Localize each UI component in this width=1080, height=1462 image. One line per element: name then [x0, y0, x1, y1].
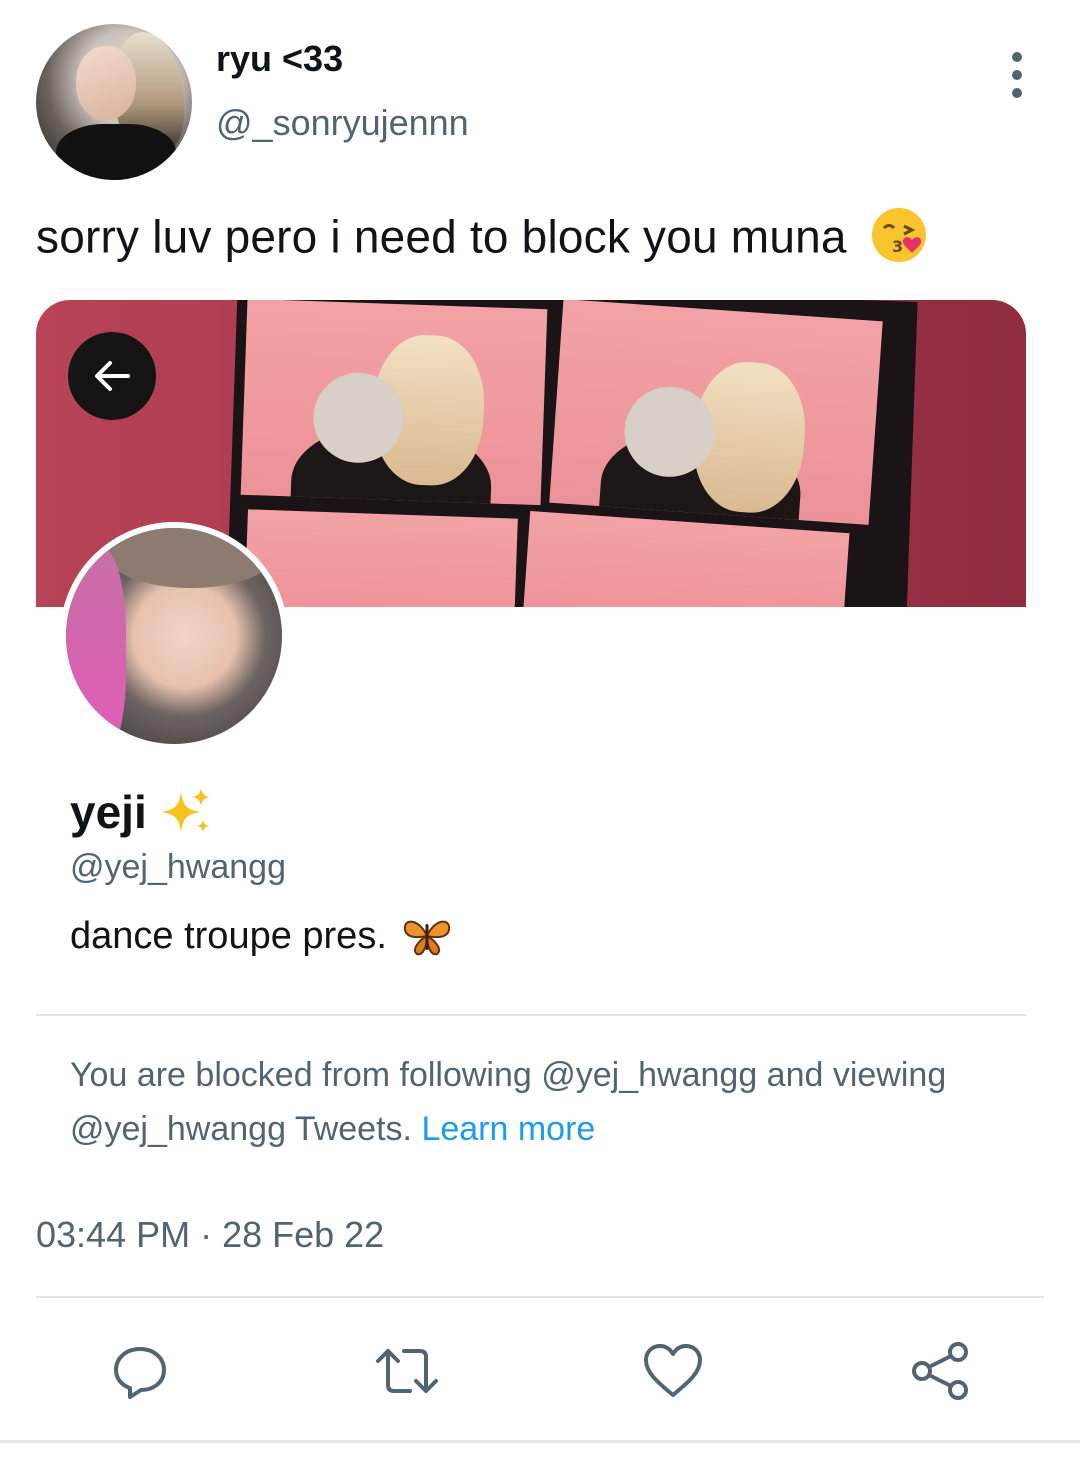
learn-more-link[interactable]: Learn more: [421, 1110, 595, 1148]
more-dot: [1012, 88, 1022, 98]
sparkles-emoji: [160, 788, 210, 832]
divider: [36, 1296, 1044, 1298]
author-handle[interactable]: @_sonryujennn: [216, 102, 469, 144]
more-options-button[interactable]: [1000, 52, 1034, 98]
author-display-name[interactable]: ryu <33: [216, 38, 343, 80]
profile-name-text: yeji: [70, 786, 147, 838]
kissing-face-with-heart-emoji: 3: [870, 206, 928, 275]
retweet-button[interactable]: [372, 1336, 442, 1406]
banner-photo: [549, 300, 883, 525]
profile-display-name: yeji: [70, 784, 215, 840]
share-button[interactable]: [905, 1336, 975, 1406]
avatar-pink-hair: [66, 548, 126, 744]
blocked-notice: You are blocked from following @yej_hwan…: [70, 1048, 970, 1156]
arrow-left-icon: [95, 361, 130, 391]
back-button[interactable]: [68, 332, 156, 420]
svg-text:3: 3: [892, 237, 903, 256]
tweet-action-bar: [0, 1336, 1080, 1406]
tweet-text-content: sorry luv pero i need to block you muna: [36, 210, 847, 263]
banner-photo: [240, 300, 548, 506]
embedded-profile-card[interactable]: yeji @yej_hwangg dance troupe pres.: [36, 300, 1026, 1020]
profile-bio-text: dance troupe pres.: [70, 914, 387, 957]
author-avatar[interactable]: [36, 24, 192, 180]
butterfly-emoji: [403, 920, 450, 956]
tweet-text: sorry luv pero i need to block you muna …: [36, 206, 928, 275]
avatar-body: [56, 124, 176, 180]
avatar-hair: [106, 528, 276, 588]
card-divider: [36, 1014, 1026, 1016]
tweet-timestamp[interactable]: 03:44 PM · 28 Feb 22: [36, 1214, 384, 1256]
profile-bio: dance troupe pres.: [70, 914, 453, 958]
retweet-icon: [376, 1349, 438, 1393]
more-vertical-icon: [1012, 52, 1022, 62]
share-icon: [912, 1342, 968, 1400]
reply-icon: [114, 1347, 166, 1399]
more-dot: [1012, 70, 1022, 80]
profile-handle: @yej_hwangg: [70, 848, 286, 886]
bottom-divider: [0, 1440, 1080, 1443]
avatar-face: [76, 46, 136, 120]
banner-photo: [244, 509, 518, 607]
like-icon: [644, 1344, 702, 1397]
reply-button[interactable]: [105, 1336, 175, 1406]
profile-avatar[interactable]: [60, 522, 288, 750]
like-button[interactable]: [638, 1336, 708, 1406]
